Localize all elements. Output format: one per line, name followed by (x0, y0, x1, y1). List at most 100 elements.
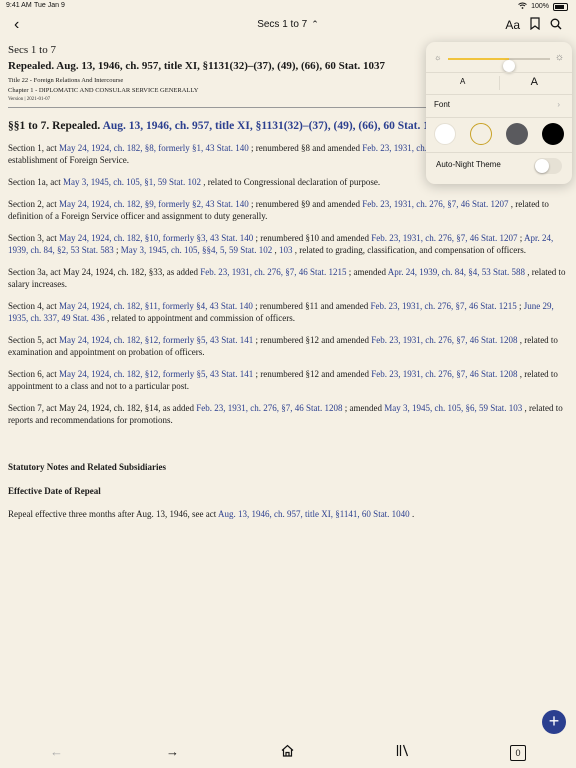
status-date: Tue Jan 9 (34, 2, 65, 9)
search-icon[interactable] (550, 18, 562, 33)
text: ; amended (344, 403, 382, 413)
text: Section 5, act (8, 335, 57, 345)
citation-link[interactable]: Feb. 23, 1931, ch. 276, §7, 46 Stat. 120… (371, 369, 517, 379)
text: Section 2, act (8, 199, 57, 209)
citation-link[interactable]: May 24, 1924, ch. 182, §8, formerly §1, … (59, 143, 249, 153)
text: ; (116, 245, 119, 255)
citation-link[interactable]: May 3, 1945, ch. 105, §6, 59 Stat. 103 (384, 403, 522, 413)
toggle-knob (535, 159, 549, 173)
home-icon[interactable] (281, 744, 294, 760)
theme-swatches (434, 122, 564, 146)
nav-actions: Aa (505, 17, 562, 33)
divider (426, 94, 572, 95)
text: . (411, 509, 415, 519)
text-size-control: A A (426, 72, 572, 94)
text: ; renumbered §12 and amended (255, 369, 369, 379)
citation-link[interactable]: May 24, 1924, ch. 182, §10, formerly §3,… (59, 233, 253, 243)
arrow-right-icon[interactable]: → (166, 744, 179, 759)
effective-date-paragraph: Repeal effective three months after Aug.… (8, 508, 568, 520)
section-3-paragraph: Section 3, act May 24, 1924, ch. 182, §1… (8, 232, 568, 256)
arrow-left-icon[interactable]: ← (50, 744, 63, 759)
citation-link[interactable]: May 24, 1924, ch. 182, §12, formerly §5,… (59, 335, 253, 345)
brightness-slider[interactable]: ☼ ☼ (434, 50, 564, 72)
citation-link[interactable]: May 3, 1945, ch. 105, §1, 59 Stat. 102 (63, 177, 201, 187)
citation-link[interactable]: May 24, 1924, ch. 182, §11, formerly §4,… (59, 301, 253, 311)
add-button[interactable]: + (542, 710, 566, 734)
text: , related to Congressional declaration o… (203, 177, 381, 187)
text: ; amended (348, 267, 386, 277)
bookmark-icon[interactable] (530, 17, 540, 33)
text: Section 7, act May 24, 1924, ch. 182, §1… (8, 403, 194, 413)
notes-heading: Statutory Notes and Related Subsidiaries (8, 462, 167, 472)
font-menu-item[interactable]: Font › (434, 100, 564, 116)
citation-link[interactable]: Feb. 23, 1931, ch. 276, §7, 46 Stat. 120… (196, 403, 342, 413)
text: ; (519, 233, 523, 243)
chevron-up-icon: ⌃ (311, 19, 319, 29)
section-4-paragraph: Section 4, act May 24, 1924, ch. 182, §1… (8, 300, 568, 324)
auto-night-row: Auto-Night Theme (436, 158, 562, 176)
divider (426, 152, 572, 153)
theme-gray-swatch[interactable] (506, 123, 528, 145)
text: Section 3, act (8, 233, 57, 243)
text: ; renumbered §12 and amended (255, 335, 369, 345)
text: Section 6, act (8, 369, 57, 379)
section-6-paragraph: Section 6, act May 24, 1924, ch. 182, §1… (8, 368, 568, 392)
citation-link[interactable]: Aug. 13, 1946, ch. 957, title XI, §1141,… (218, 509, 410, 519)
brightness-high-icon: ☼ (554, 52, 564, 63)
status-indicators: 100% (518, 2, 568, 11)
text-size-icon[interactable]: Aa (505, 18, 520, 32)
font-label: Font (434, 100, 451, 109)
section-heading-prefix: §§1 to 7. Repealed. (8, 120, 101, 132)
text: Repeal effective three months after Aug.… (8, 509, 217, 519)
nav-title: Secs 1 to 7 (257, 19, 308, 30)
text: Section 1a, act (8, 177, 61, 187)
brightness-track[interactable] (448, 58, 550, 72)
citation-link[interactable]: Feb. 23, 1931, ch. 276, §7, 46 Stat. 120… (362, 199, 508, 209)
citation-link[interactable]: 103 (279, 245, 293, 255)
section-3a-paragraph: Section 3a, act May 24, 1924, ch. 182, §… (8, 266, 568, 290)
auto-night-label: Auto-Night Theme (436, 160, 501, 169)
section-heading-link[interactable]: Aug. 13, 1946, ch. 957, title XI, §1131(… (103, 120, 447, 132)
section-title-button[interactable]: Secs 1 to 7 ⌃ (0, 19, 576, 30)
tabs-count-button[interactable]: 0 (510, 745, 526, 761)
brightness-low-icon: ☼ (434, 53, 442, 62)
citation-link[interactable]: Feb. 23, 1931, ch. 276, §7, 46 Stat. 121… (200, 267, 346, 277)
plus-icon: + (548, 711, 560, 731)
nav-bar: ‹ Secs 1 to 7 ⌃ Aa (0, 14, 576, 38)
citation-link[interactable]: Feb. 23, 1931, ch. 276, §7, 46 Stat. 121… (371, 301, 517, 311)
text: ; renumbered §9 and amended (250, 199, 360, 209)
section-5-paragraph: Section 5, act May 24, 1924, ch. 182, §1… (8, 334, 568, 358)
theme-black-swatch[interactable] (542, 123, 564, 145)
text: ; renumbered §10 and amended (255, 233, 369, 243)
divider (499, 76, 500, 90)
citation-link[interactable]: May 24, 1924, ch. 182, §9, formerly §2, … (59, 199, 249, 209)
increase-text-size-button[interactable]: A (531, 76, 538, 88)
library-icon[interactable] (396, 744, 409, 760)
text: ; renumbered §8 and amended (250, 143, 360, 153)
decrease-text-size-button[interactable]: A (460, 77, 465, 86)
theme-sepia-swatch[interactable] (470, 123, 492, 145)
status-time: 9:41 AM (6, 2, 32, 9)
brightness-thumb[interactable] (503, 60, 516, 72)
text: , related to appointment and commission … (107, 313, 296, 323)
section-7-paragraph: Section 7, act May 24, 1924, ch. 182, §1… (8, 402, 568, 426)
text: ; renumbered §11 and amended (255, 301, 369, 311)
text: , (274, 245, 277, 255)
wifi-icon (518, 2, 527, 11)
theme-white-swatch[interactable] (434, 123, 456, 145)
bottom-toolbar: ← → 0 (0, 742, 576, 764)
reading-settings-popover: ☼ ☼ A A Font › Auto-Night Theme (426, 42, 572, 184)
citation-link[interactable]: May 24, 1924, ch. 182, §12, formerly §5,… (59, 369, 253, 379)
text: Section 4, act (8, 301, 57, 311)
section-2-paragraph: Section 2, act May 24, 1924, ch. 182, §9… (8, 198, 568, 222)
chevron-right-icon: › (557, 100, 560, 109)
citation-link[interactable]: Apr. 24, 1939, ch. 84, §4, 53 Stat. 588 (388, 267, 525, 277)
brightness-fill (448, 58, 510, 60)
citation-link[interactable]: May 3, 1945, ch. 105, §§4, 5, 59 Stat. 1… (121, 245, 273, 255)
text: ; (519, 301, 522, 311)
citation-link[interactable]: Feb. 23, 1931, ch. 276, §7, 46 Stat. 120… (371, 335, 517, 345)
battery-icon (553, 2, 568, 11)
citation-link[interactable]: Feb. 23, 1931, ch. 276, §7, 46 Stat. 120… (371, 233, 517, 243)
text: , related to grading, classification, an… (294, 245, 527, 255)
auto-night-toggle[interactable] (534, 158, 562, 174)
